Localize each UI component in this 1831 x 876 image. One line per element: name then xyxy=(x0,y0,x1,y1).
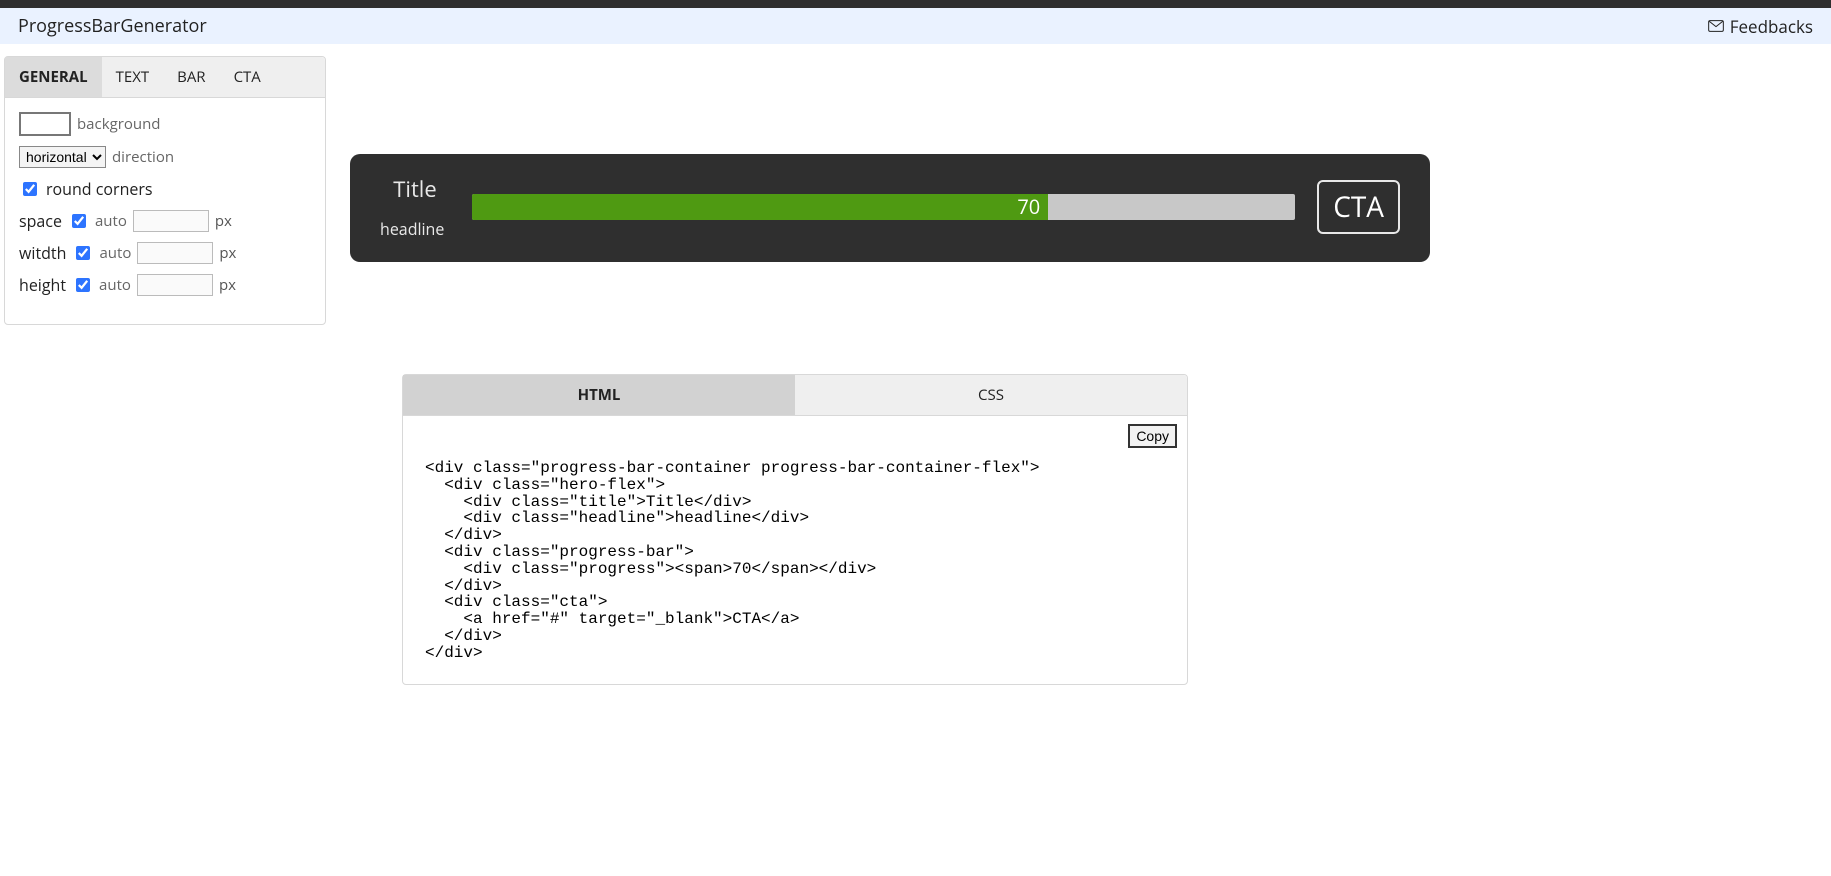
tab-bar[interactable]: BAR xyxy=(163,57,219,97)
height-label: height xyxy=(19,274,66,296)
width-input[interactable] xyxy=(137,242,213,264)
output-code[interactable]: <div class="progress-bar-container progr… xyxy=(425,460,1165,662)
settings-panel: GENERAL TEXT BAR CTA background horizont… xyxy=(4,56,326,325)
preview-headline: headline xyxy=(380,218,450,240)
tab-general[interactable]: GENERAL xyxy=(5,57,102,97)
app-title: ProgressBarGenerator xyxy=(18,14,207,38)
space-unit: px xyxy=(215,211,232,231)
preview-cta-button[interactable]: CTA xyxy=(1317,180,1400,234)
feedback-link[interactable]: Feedbacks xyxy=(1708,15,1813,38)
background-color-picker[interactable] xyxy=(19,112,71,136)
settings-body: background horizontal direction round co… xyxy=(5,98,325,324)
progress-bar-preview: Title headline 70 CTA xyxy=(350,154,1430,262)
preview-title: Title xyxy=(380,174,450,204)
height-auto-checkbox[interactable] xyxy=(76,278,90,292)
round-corners-checkbox[interactable] xyxy=(23,182,37,196)
space-auto-label: auto xyxy=(95,211,127,231)
height-input[interactable] xyxy=(137,274,213,296)
preview-hero: Title headline xyxy=(380,174,450,240)
output-tabs: HTML CSS xyxy=(403,375,1187,416)
mail-icon xyxy=(1708,15,1724,38)
tab-text[interactable]: TEXT xyxy=(102,57,164,97)
width-label: witdth xyxy=(19,242,66,264)
round-corners-label: round corners xyxy=(46,178,153,200)
output-tab-css[interactable]: CSS xyxy=(795,375,1187,415)
copy-button[interactable]: Copy xyxy=(1128,424,1177,448)
tab-cta[interactable]: CTA xyxy=(220,57,275,97)
output-panel: HTML CSS Copy <div class="progress-bar-c… xyxy=(402,374,1188,685)
width-unit: px xyxy=(219,243,236,263)
width-auto-checkbox[interactable] xyxy=(76,246,90,260)
window-top-strip xyxy=(0,0,1831,8)
background-label: background xyxy=(77,114,160,134)
settings-tabs: GENERAL TEXT BAR CTA xyxy=(5,57,325,98)
output-tab-html[interactable]: HTML xyxy=(403,375,795,415)
height-auto-label: auto xyxy=(99,275,131,295)
direction-select[interactable]: horizontal xyxy=(19,146,106,168)
width-auto-label: auto xyxy=(99,243,131,263)
feedback-label: Feedbacks xyxy=(1730,15,1813,38)
height-unit: px xyxy=(219,275,236,295)
preview-progress-bar: 70 xyxy=(472,194,1295,220)
space-label: space xyxy=(19,210,62,232)
direction-label: direction xyxy=(112,147,174,167)
space-auto-checkbox[interactable] xyxy=(72,214,86,228)
preview-progress-fill: 70 xyxy=(472,194,1048,220)
space-input[interactable] xyxy=(133,210,209,232)
app-header: ProgressBarGenerator Feedbacks xyxy=(0,8,1831,44)
